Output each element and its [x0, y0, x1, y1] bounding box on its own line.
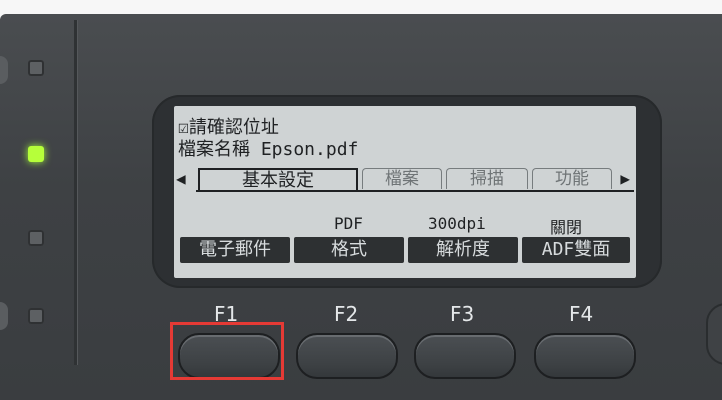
status-led-4	[28, 308, 44, 324]
tab-baseline	[196, 190, 634, 192]
f4-label: F4	[569, 302, 594, 326]
tab-left-arrow-icon[interactable]: ◀	[176, 169, 186, 188]
f1-highlight-box	[170, 322, 284, 380]
lcd-tabs: ◀ 基本設定 檔案 掃描 功能 ▶	[176, 168, 632, 192]
tab-right-arrow-icon[interactable]: ▶	[620, 169, 630, 188]
side-button-stub	[0, 56, 8, 84]
filename-text: 檔案名稱 Epson.pdf	[178, 139, 359, 160]
tab-scan[interactable]: 掃描	[446, 168, 528, 189]
status-led-1	[28, 60, 44, 76]
f2-button[interactable]	[296, 333, 398, 379]
status-led-3	[28, 230, 44, 246]
function-label-email: 電子郵件	[180, 237, 290, 263]
f3-label: F3	[450, 302, 475, 326]
address-confirm-text: ☑請確認位址	[178, 117, 279, 138]
side-dial[interactable]	[706, 303, 722, 365]
function-label-format: 格式	[294, 237, 404, 263]
tab-functions[interactable]: 功能	[532, 168, 612, 189]
function-label-adf-duplex: ADF雙面	[522, 237, 630, 263]
lcd-screen: ☑請確認位址 檔案名稱 Epson.pdf ◀ 基本設定 檔案 掃描 功能 ▶ …	[174, 106, 636, 278]
f2-label: F2	[334, 302, 359, 326]
f3-button[interactable]	[414, 333, 516, 379]
panel-divider	[74, 20, 77, 365]
function-key-labels: 電子郵件 格式 解析度 ADF雙面	[180, 237, 630, 264]
side-button-stub-2	[0, 302, 8, 330]
tab-file[interactable]: 檔案	[362, 168, 442, 189]
tab-basic-settings[interactable]: 基本設定	[198, 168, 358, 192]
f4-button[interactable]	[534, 333, 636, 379]
status-led-active	[28, 146, 44, 162]
format-value: PDF	[334, 214, 363, 233]
adf-duplex-value: 關閉	[550, 218, 583, 237]
function-label-resolution: 解析度	[408, 237, 518, 263]
resolution-value: 300dpi	[428, 214, 486, 233]
